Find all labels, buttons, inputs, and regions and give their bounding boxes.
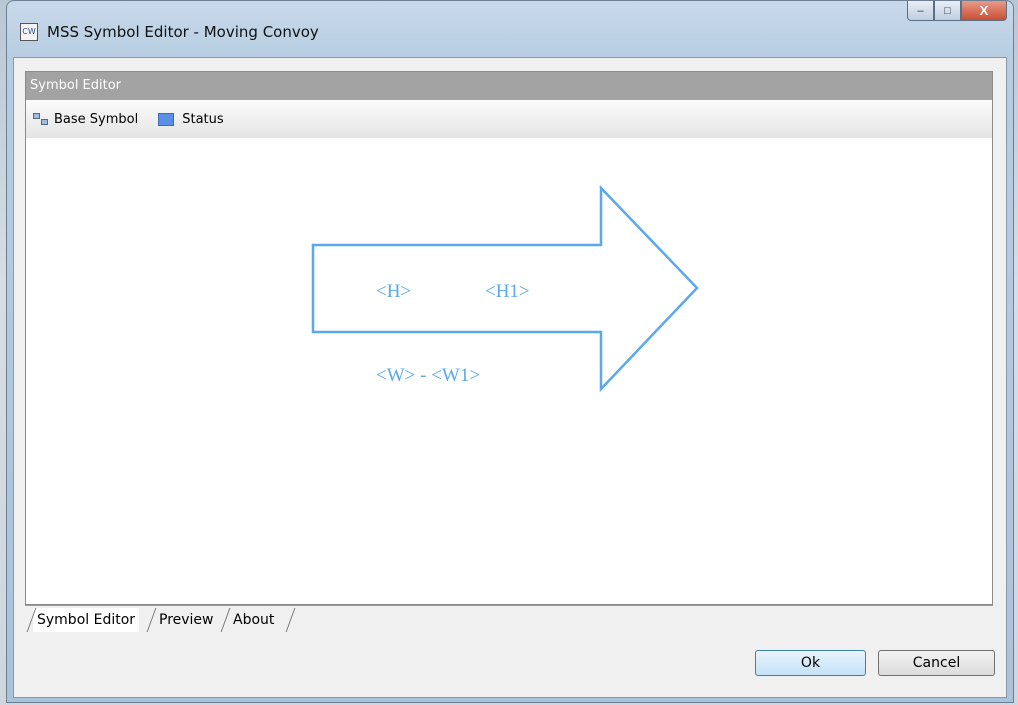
status-color-icon [158, 112, 175, 126]
client-area: Symbol Editor Base Symbol Status <H> <H1… [13, 57, 1007, 698]
tab-divider [285, 608, 296, 632]
symbol-canvas[interactable]: <H> <H1> <W> - <W1> [26, 138, 992, 604]
panel-header: Symbol Editor [26, 72, 992, 100]
tree-icon [32, 112, 48, 126]
tab-preview[interactable]: Preview [155, 608, 218, 632]
symbol-drawing: <H> <H1> <W> - <W1> [311, 184, 699, 393]
maximize-button[interactable]: □ [934, 1, 961, 21]
base-symbol-button[interactable]: Base Symbol [32, 112, 138, 127]
tab-strip: Symbol Editor Preview About [25, 605, 993, 636]
minimize-icon: – [917, 4, 924, 17]
label-h[interactable]: <H> [376, 281, 411, 302]
close-button[interactable]: X [961, 1, 1007, 21]
status-label: Status [182, 111, 224, 127]
cancel-button[interactable]: Cancel [878, 650, 995, 676]
app-icon: CW [20, 23, 38, 41]
minimize-button[interactable]: – [907, 1, 934, 21]
editor-toolbar: Base Symbol Status [26, 100, 992, 138]
ok-button[interactable]: Ok [755, 650, 866, 676]
label-h1[interactable]: <H1> [485, 281, 530, 302]
tab-symbol-editor[interactable]: Symbol Editor [33, 608, 140, 632]
tab-about[interactable]: About [229, 608, 278, 632]
maximize-icon: □ [944, 4, 951, 17]
base-symbol-label: Base Symbol [54, 111, 139, 127]
label-w-w1[interactable]: <W> - <W1> [376, 365, 480, 386]
close-icon: X [979, 3, 989, 18]
symbol-editor-panel: Symbol Editor Base Symbol Status <H> <H1… [25, 71, 993, 605]
symbol-editor-window: CW MSS Symbol Editor - Moving Convoy – □… [6, 0, 1014, 703]
status-button[interactable]: Status [158, 111, 224, 127]
window-title: MSS Symbol Editor - Moving Convoy [47, 23, 319, 41]
title-bar[interactable]: CW MSS Symbol Editor - Moving Convoy – □… [7, 1, 1013, 57]
window-controls: – □ X [907, 1, 1007, 23]
